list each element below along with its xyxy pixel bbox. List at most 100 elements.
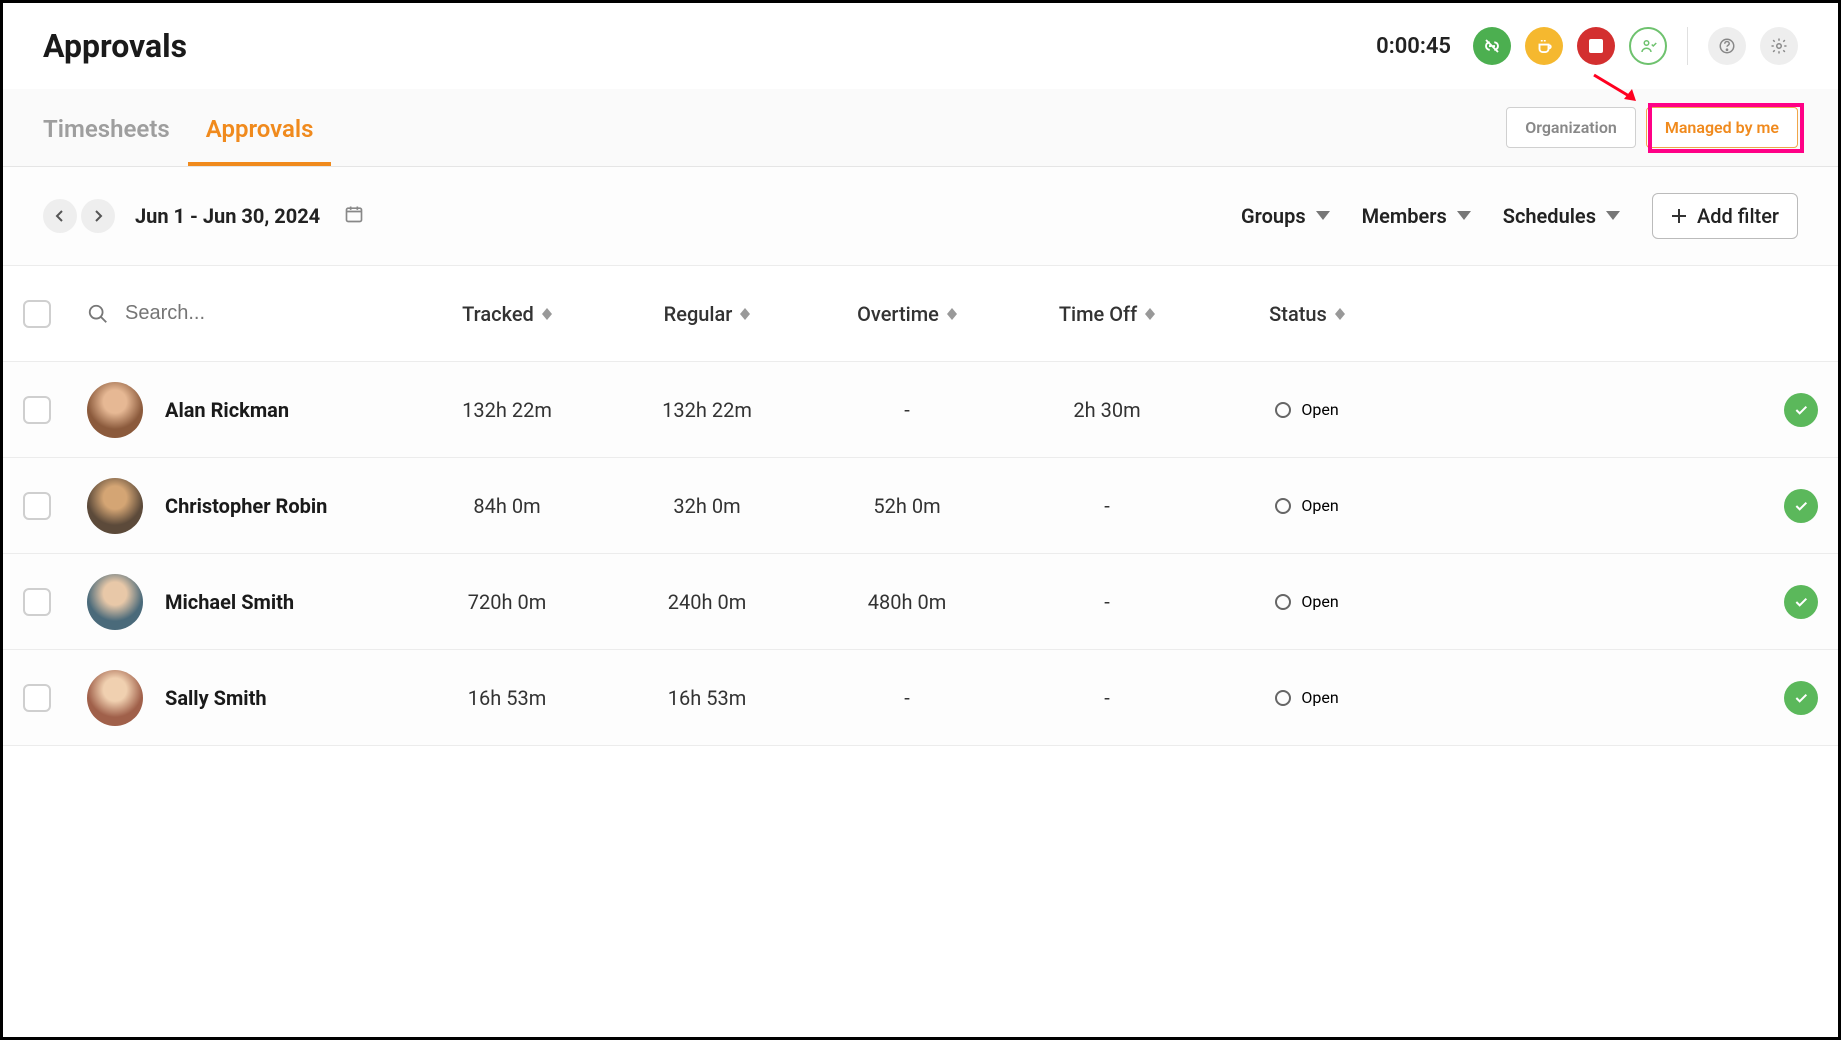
filter-groups-label: Groups xyxy=(1241,204,1306,228)
approve-button[interactable] xyxy=(1784,489,1818,523)
col-regular-label: Regular xyxy=(664,302,733,326)
filters: Groups Members Schedules Add filter xyxy=(1241,193,1798,239)
col-tracked[interactable]: Tracked xyxy=(407,302,607,326)
settings-button[interactable] xyxy=(1760,27,1798,65)
user-name: Michael Smith xyxy=(165,590,294,614)
approve-button[interactable] xyxy=(1784,681,1818,715)
col-overtime-label: Overtime xyxy=(857,302,939,326)
prev-period-button[interactable] xyxy=(43,199,77,233)
filter-groups[interactable]: Groups xyxy=(1241,204,1330,228)
col-tracked-label: Tracked xyxy=(462,302,534,326)
avatar xyxy=(87,382,143,438)
tab-timesheets[interactable]: Timesheets xyxy=(43,91,170,165)
table-row[interactable]: Michael Smith 720h 0m 240h 0m 480h 0m - … xyxy=(3,554,1838,650)
cell-status: Open xyxy=(1207,688,1407,707)
row-checkbox[interactable] xyxy=(23,396,51,424)
search-input[interactable] xyxy=(125,302,325,325)
filter-members[interactable]: Members xyxy=(1362,204,1471,228)
stop-icon xyxy=(1589,39,1603,53)
status-text: Open xyxy=(1301,592,1338,611)
stop-button[interactable] xyxy=(1577,27,1615,65)
col-status[interactable]: Status xyxy=(1207,302,1407,326)
sort-icon xyxy=(947,308,957,320)
cell-overtime: - xyxy=(807,686,1007,710)
cell-status: Open xyxy=(1207,496,1407,515)
status-text: Open xyxy=(1301,496,1338,515)
timer-display: 0:00:45 xyxy=(1376,34,1451,59)
chevron-down-icon xyxy=(1316,211,1330,221)
avatar xyxy=(87,670,143,726)
avatar xyxy=(87,478,143,534)
user-check-icon xyxy=(1639,37,1657,55)
settings-icon xyxy=(1770,37,1788,55)
search-cell xyxy=(87,302,407,325)
select-all-checkbox[interactable] xyxy=(23,300,51,328)
sort-icon xyxy=(1145,308,1155,320)
col-overtime[interactable]: Overtime xyxy=(807,302,1007,326)
tabs-row: Timesheets Approvals Organization Manage… xyxy=(3,89,1838,167)
status-ring-icon xyxy=(1275,690,1291,706)
approve-button[interactable] xyxy=(1784,585,1818,619)
sort-icon xyxy=(542,308,552,320)
chevron-left-icon xyxy=(55,209,65,223)
cell-tracked: 720h 0m xyxy=(407,590,607,614)
help-icon xyxy=(1718,37,1736,55)
plus-icon xyxy=(1671,208,1687,224)
col-regular[interactable]: Regular xyxy=(607,302,807,326)
avatar xyxy=(87,574,143,630)
filter-row: Jun 1 - Jun 30, 2024 Groups Members Sche… xyxy=(3,167,1838,266)
cell-tracked: 16h 53m xyxy=(407,686,607,710)
scope-managed-by-me[interactable]: Managed by me xyxy=(1646,107,1798,148)
col-timeoff[interactable]: Time Off xyxy=(1007,302,1207,326)
date-range: Jun 1 - Jun 30, 2024 xyxy=(135,204,320,228)
header: Approvals 0:00:45 xyxy=(3,3,1838,89)
cell-status: Open xyxy=(1207,400,1407,419)
chevron-down-icon xyxy=(1457,211,1471,221)
header-actions: 0:00:45 xyxy=(1376,27,1798,65)
row-checkbox[interactable] xyxy=(23,588,51,616)
status-ring-icon xyxy=(1275,498,1291,514)
table-row[interactable]: Alan Rickman 132h 22m 132h 22m - 2h 30m … xyxy=(3,362,1838,458)
cell-timeoff: 2h 30m xyxy=(1007,398,1207,422)
search-icon xyxy=(87,303,109,325)
cell-regular: 240h 0m xyxy=(607,590,807,614)
cell-regular: 32h 0m xyxy=(607,494,807,518)
check-icon xyxy=(1793,690,1809,706)
divider xyxy=(1687,27,1688,65)
cell-overtime: 480h 0m xyxy=(807,590,1007,614)
check-icon xyxy=(1793,594,1809,610)
chevron-right-icon xyxy=(93,209,103,223)
tab-approvals[interactable]: Approvals xyxy=(206,91,314,165)
status-text: Open xyxy=(1301,688,1338,707)
table-row[interactable]: Christopher Robin 84h 0m 32h 0m 52h 0m -… xyxy=(3,458,1838,554)
status-text: Open xyxy=(1301,400,1338,419)
assign-button[interactable] xyxy=(1629,27,1667,65)
break-button[interactable] xyxy=(1525,27,1563,65)
add-filter-label: Add filter xyxy=(1697,204,1779,228)
calendar-button[interactable] xyxy=(344,204,364,228)
scope-organization[interactable]: Organization xyxy=(1506,107,1636,148)
cell-timeoff: - xyxy=(1007,494,1207,518)
add-filter-button[interactable]: Add filter xyxy=(1652,193,1798,239)
status-button-disconnect[interactable] xyxy=(1473,27,1511,65)
status-ring-icon xyxy=(1275,402,1291,418)
table-row[interactable]: Sally Smith 16h 53m 16h 53m - - Open xyxy=(3,650,1838,746)
next-period-button[interactable] xyxy=(81,199,115,233)
cell-timeoff: - xyxy=(1007,590,1207,614)
sort-icon xyxy=(1335,308,1345,320)
user-name: Sally Smith xyxy=(165,686,267,710)
check-icon xyxy=(1793,498,1809,514)
page-title: Approvals xyxy=(43,27,187,65)
approve-button[interactable] xyxy=(1784,393,1818,427)
chevron-down-icon xyxy=(1606,211,1620,221)
filter-schedules[interactable]: Schedules xyxy=(1503,204,1620,228)
calendar-icon xyxy=(344,204,364,224)
row-checkbox[interactable] xyxy=(23,684,51,712)
help-button[interactable] xyxy=(1708,27,1746,65)
filter-members-label: Members xyxy=(1362,204,1447,228)
row-checkbox[interactable] xyxy=(23,492,51,520)
table-header: Tracked Regular Overtime Time Off Status xyxy=(3,266,1838,362)
check-icon xyxy=(1793,402,1809,418)
scope-toggle: Organization Managed by me xyxy=(1506,89,1798,166)
col-status-label: Status xyxy=(1269,302,1327,326)
